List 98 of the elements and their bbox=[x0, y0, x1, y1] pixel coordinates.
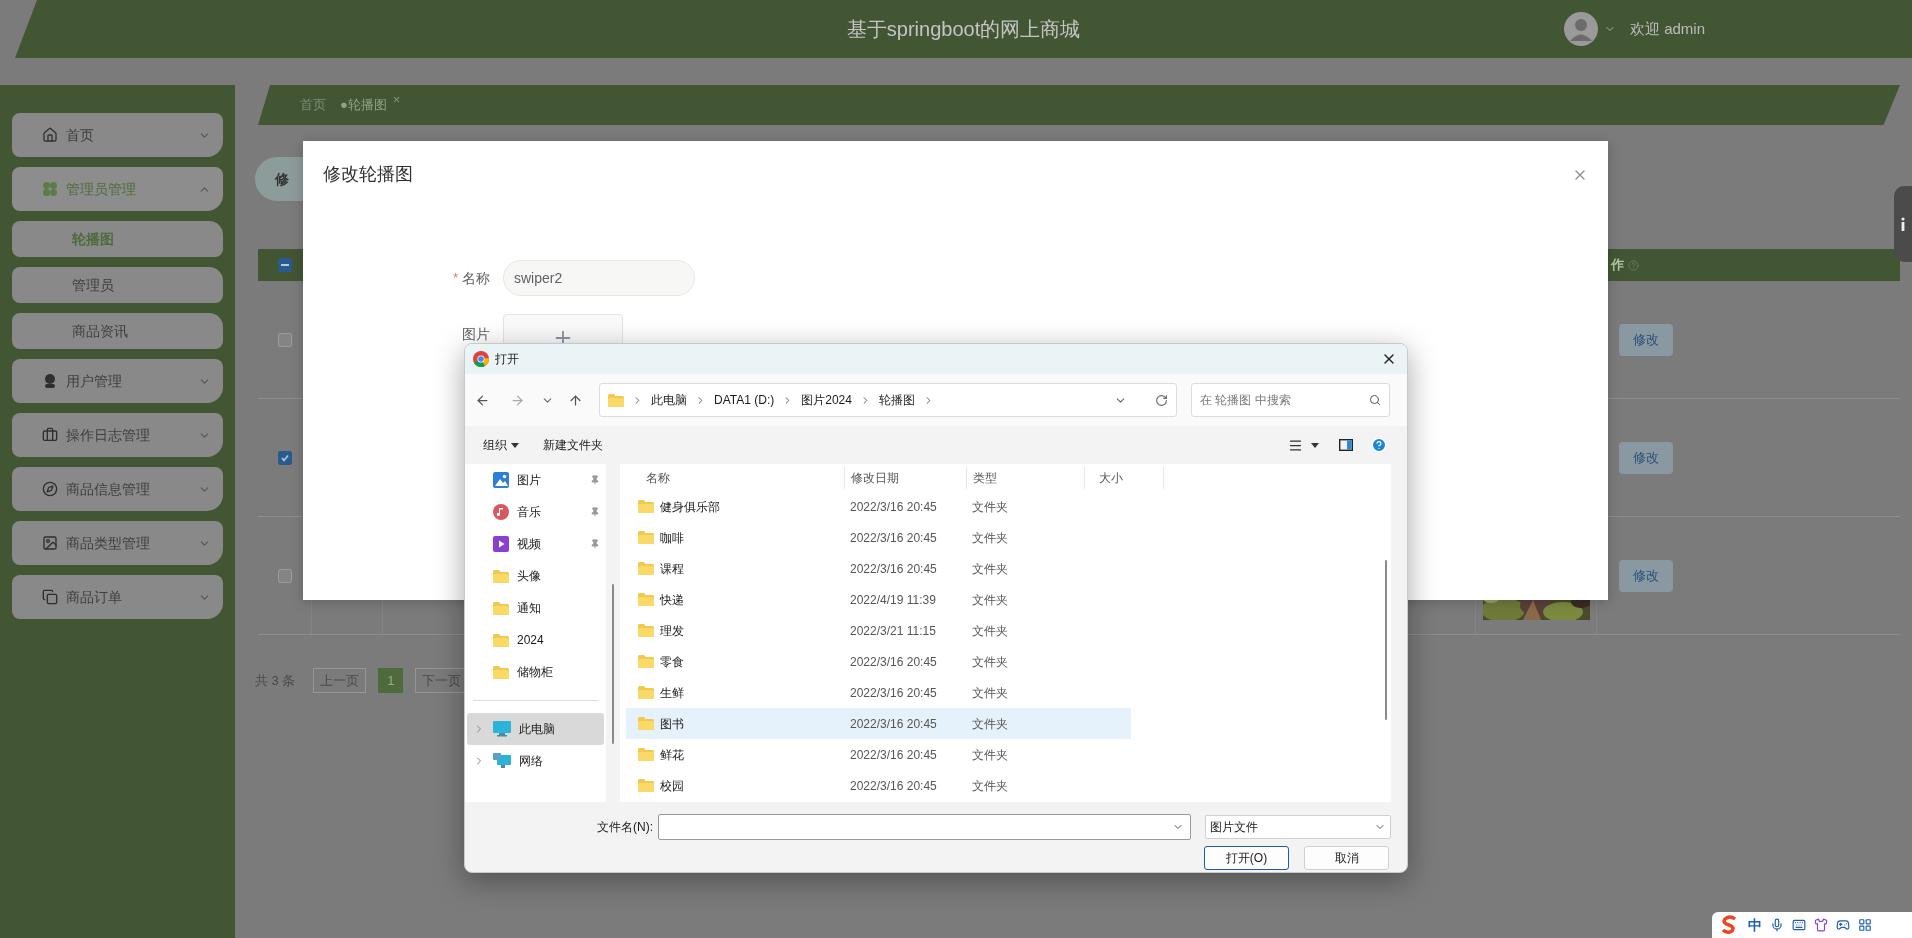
info-tab[interactable] bbox=[1894, 186, 1912, 262]
cancel-button[interactable]: 取消 bbox=[1304, 846, 1389, 870]
refresh-icon[interactable] bbox=[1155, 393, 1168, 407]
user-icon bbox=[42, 373, 58, 389]
file-type-select[interactable]: 图片文件 bbox=[1205, 815, 1391, 839]
folder-icon bbox=[638, 624, 654, 637]
folder-icon bbox=[638, 500, 654, 513]
briefcase-icon bbox=[42, 427, 58, 443]
path-segment[interactable]: 此电脑 bbox=[651, 391, 687, 409]
name-input[interactable]: swiper2 bbox=[503, 260, 695, 296]
file-row[interactable]: 零食 2022/3/16 20:45 文件夹 bbox=[626, 646, 1131, 677]
picture-icon bbox=[493, 472, 509, 488]
help-icon[interactable] bbox=[1371, 437, 1387, 453]
folder-icon bbox=[608, 393, 624, 407]
avatar-icon[interactable] bbox=[1563, 12, 1598, 46]
column-header[interactable]: 修改日期 bbox=[844, 466, 966, 489]
caret-icon bbox=[511, 442, 519, 448]
row-checkbox[interactable] bbox=[277, 450, 292, 465]
row-checkbox[interactable] bbox=[277, 568, 292, 583]
file-row[interactable]: 鲜花 2022/3/16 20:45 文件夹 bbox=[626, 739, 1131, 770]
column-header[interactable]: 名称 bbox=[620, 466, 844, 489]
home-icon bbox=[42, 127, 58, 143]
music-icon bbox=[493, 504, 509, 520]
required-mark: * bbox=[452, 269, 458, 288]
folder-icon bbox=[493, 601, 509, 615]
folder-icon bbox=[638, 779, 654, 792]
folder-icon bbox=[493, 665, 509, 679]
forward-icon[interactable] bbox=[510, 392, 525, 408]
back-icon[interactable] bbox=[475, 392, 490, 408]
keyboard-icon[interactable] bbox=[1792, 918, 1806, 932]
field-label: 图片 bbox=[462, 324, 490, 344]
video-icon bbox=[493, 536, 509, 552]
folder-icon bbox=[638, 717, 654, 730]
address-bar[interactable]: 此电脑 DATA1 (D:) 图片2024 轮播图 bbox=[599, 383, 1177, 417]
file-row[interactable]: 理发 2022/3/21 11:15 文件夹 bbox=[626, 615, 1131, 646]
path-segment[interactable]: 图片2024 bbox=[801, 391, 852, 409]
folder-icon bbox=[638, 748, 654, 761]
file-row[interactable]: 生鲜 2022/3/16 20:45 文件夹 bbox=[626, 677, 1131, 708]
compass-icon bbox=[42, 481, 58, 497]
nav-item[interactable]: 通知 bbox=[465, 592, 606, 624]
organize-button[interactable]: 组织 bbox=[483, 436, 519, 454]
open-button[interactable]: 打开(O) bbox=[1204, 846, 1289, 870]
search-field[interactable]: 在 轮播图 中搜索 bbox=[1191, 383, 1390, 417]
up-icon[interactable] bbox=[568, 392, 583, 408]
image-icon bbox=[42, 535, 58, 551]
row-checkbox[interactable] bbox=[277, 332, 292, 347]
folder-icon bbox=[638, 531, 654, 544]
monitor-icon bbox=[493, 721, 511, 737]
filename-label: 文件名(N): bbox=[596, 819, 654, 836]
search-icon bbox=[1369, 394, 1381, 406]
path-segment[interactable]: DATA1 (D:) bbox=[714, 391, 775, 409]
folder-icon bbox=[493, 569, 509, 583]
dialog-title: 修改轮播图 bbox=[323, 163, 413, 186]
file-row[interactable]: 健身俱乐部 2022/3/16 20:45 文件夹 bbox=[626, 491, 1131, 522]
column-header[interactable]: 大小 bbox=[1084, 466, 1164, 489]
nav-item[interactable]: 音乐 bbox=[465, 496, 606, 528]
new-folder-button[interactable]: 新建文件夹 bbox=[543, 436, 603, 454]
nav-item[interactable]: 视频 bbox=[465, 528, 606, 560]
column-header[interactable]: 类型 bbox=[966, 466, 1084, 489]
nav-item[interactable]: 头像 bbox=[465, 560, 606, 592]
browser-icon bbox=[473, 351, 489, 367]
gamepad-icon[interactable] bbox=[1836, 918, 1850, 932]
file-row[interactable]: 课程 2022/3/16 20:45 文件夹 bbox=[626, 553, 1131, 584]
file-row[interactable]: 咖啡 2022/3/16 20:45 文件夹 bbox=[626, 522, 1131, 553]
filename-field[interactable] bbox=[658, 814, 1191, 840]
caret-icon[interactable] bbox=[1311, 442, 1319, 448]
file-dialog-title: 打开 bbox=[495, 351, 520, 368]
select-all-checkbox[interactable] bbox=[278, 258, 292, 272]
grid-icon[interactable] bbox=[1858, 918, 1872, 932]
nav-item[interactable]: 2024 bbox=[465, 624, 606, 656]
folder-icon bbox=[638, 686, 654, 699]
welcome-user[interactable]: 欢迎 admin bbox=[1629, 17, 1705, 41]
file-row[interactable]: 快递 2022/4/19 11:39 文件夹 bbox=[626, 584, 1131, 615]
path-segment[interactable]: 轮播图 bbox=[878, 391, 915, 409]
help-icon bbox=[1628, 259, 1639, 271]
microphone-icon[interactable] bbox=[1770, 918, 1784, 932]
info-icon bbox=[1901, 217, 1905, 231]
check-icon bbox=[279, 452, 290, 463]
view-icon[interactable] bbox=[1288, 437, 1303, 453]
file-row[interactable]: 图书 2022/3/16 20:45 文件夹 bbox=[626, 708, 1131, 739]
folder-icon bbox=[638, 593, 654, 606]
nav-item[interactable]: 网络 bbox=[467, 745, 604, 777]
site-title: 基于springboot的网上商城 bbox=[846, 17, 1081, 42]
field-label: 名称 bbox=[462, 268, 490, 288]
nav-item[interactable]: 此电脑 bbox=[467, 713, 604, 745]
clover-icon bbox=[42, 181, 58, 197]
copy-icon bbox=[42, 589, 58, 605]
edit-button[interactable]: 修 bbox=[255, 157, 303, 201]
folder-icon bbox=[493, 633, 509, 647]
shirt-icon[interactable] bbox=[1814, 918, 1828, 932]
preview-pane-icon[interactable] bbox=[1339, 439, 1353, 451]
network-icon bbox=[493, 753, 511, 769]
column-header: 作 bbox=[1611, 256, 1624, 275]
file-row[interactable]: 校园 2022/3/16 20:45 文件夹 bbox=[626, 770, 1131, 801]
nav-item[interactable]: 图片 bbox=[465, 464, 606, 496]
folder-icon bbox=[638, 562, 654, 575]
folder-icon bbox=[638, 655, 654, 668]
ime-mode[interactable]: 中 bbox=[1748, 914, 1762, 936]
